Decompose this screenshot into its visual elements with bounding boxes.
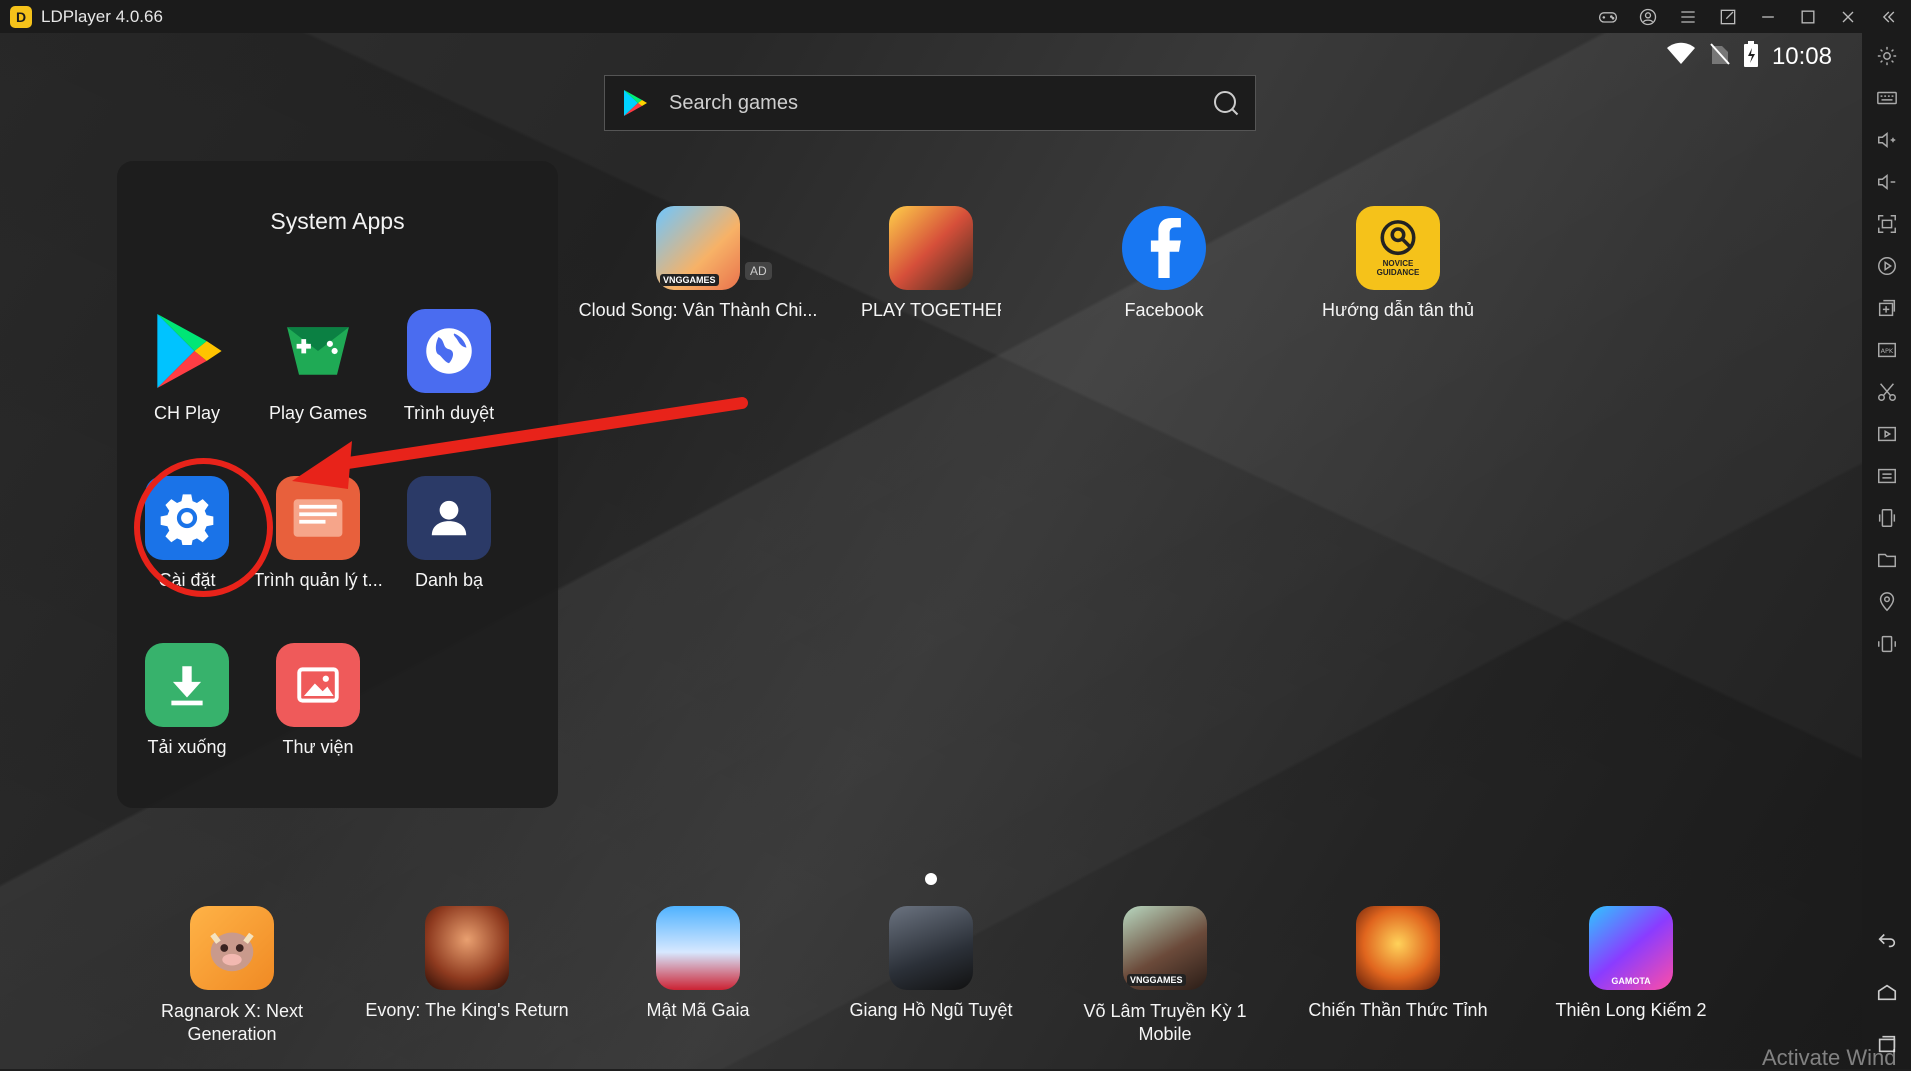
gallery-icon [276, 643, 360, 727]
app-gallery[interactable]: Thư viện [248, 643, 388, 758]
status-bar: 10:08 [1666, 41, 1832, 72]
battery-icon [1743, 41, 1758, 72]
app-label: Trình quản lý t... [253, 570, 383, 590]
app-label: Danh bạ [414, 570, 484, 590]
app-evony[interactable]: Evony: The King's Return [352, 906, 582, 1021]
cloud-song-icon: VNGGAMES [656, 206, 740, 290]
app-label: Mật Mã Gaia [646, 1000, 750, 1020]
collapse-sidebar-icon[interactable] [1875, 4, 1901, 30]
vo-lam-icon: VNGGAMES [1123, 906, 1207, 990]
browser-icon [407, 309, 491, 393]
menu-icon[interactable] [1675, 4, 1701, 30]
back-icon[interactable] [1874, 927, 1900, 953]
play-store-icon [145, 309, 229, 393]
app-novice-guidance[interactable]: NOVICE GUIDANCE Hướng dẫn tân thủ [1298, 206, 1498, 321]
volume-up-icon[interactable] [1874, 127, 1900, 153]
facebook-icon [1122, 206, 1206, 290]
app-label: Thiên Long Kiếm 2 [1555, 1000, 1707, 1020]
app-label: Võ Lâm Truyền Kỳ 1 Mobile [1083, 1001, 1247, 1044]
keyboard-icon[interactable] [1874, 85, 1900, 111]
close-icon[interactable] [1835, 4, 1861, 30]
android-home-screen: 10:08 System Apps CH Play Play Games [0, 33, 1862, 1069]
app-downloads[interactable]: Tải xuống [117, 643, 257, 758]
play-together-icon [889, 206, 973, 290]
app-play-together[interactable]: PLAY TOGETHER [861, 206, 1001, 321]
record-video-icon[interactable] [1874, 421, 1900, 447]
giang-ho-icon [889, 906, 973, 990]
annotation-arrow [292, 397, 748, 489]
volume-down-icon[interactable] [1874, 169, 1900, 195]
app-contacts[interactable]: Danh bạ [379, 476, 519, 591]
app-chien-than[interactable]: Chiến Thần Thức Tỉnh [1293, 906, 1503, 1021]
annotation-circle [134, 458, 273, 597]
app-ch-play[interactable]: CH Play [117, 309, 257, 424]
location-icon[interactable] [1874, 589, 1900, 615]
no-sim-icon [1710, 42, 1730, 71]
app-vo-lam[interactable]: VNGGAMES Võ Lâm Truyền Kỳ 1 Mobile [1070, 906, 1260, 1046]
minimize-icon[interactable] [1755, 4, 1781, 30]
app-label: Tải xuống [147, 737, 227, 757]
apk-install-icon[interactable]: APK [1874, 337, 1900, 363]
search-bar[interactable] [604, 75, 1256, 131]
app-cloud-song[interactable]: VNGGAMES AD Cloud Song: Vân Thành Chi... [570, 206, 826, 321]
folder-icon[interactable] [1874, 547, 1900, 573]
app-label: CH Play [153, 403, 220, 423]
ragnarok-icon [190, 906, 274, 990]
app-label: Evony: The King's Return [365, 1000, 569, 1020]
novice-guidance-icon: NOVICE GUIDANCE [1356, 206, 1440, 290]
screenshot-scissors-icon[interactable] [1874, 379, 1900, 405]
app-thien-long[interactable]: GAMOTA Thiên Long Kiếm 2 [1526, 906, 1736, 1021]
right-toolbar: APK [1862, 33, 1911, 1069]
ldplayer-logo-icon: D [10, 5, 32, 28]
home-icon[interactable] [1874, 979, 1900, 1005]
multi-instance-icon[interactable] [1874, 295, 1900, 321]
app-label: Cloud Song: Vân Thành Chi... [578, 300, 818, 320]
fullscreen-icon[interactable] [1874, 211, 1900, 237]
thien-long-icon: GAMOTA [1589, 906, 1673, 990]
evony-icon [425, 906, 509, 990]
sync-icon[interactable] [1874, 463, 1900, 489]
app-facebook[interactable]: Facebook [1094, 206, 1234, 321]
app-label: Hướng dẫn tân thủ [1322, 300, 1474, 320]
app-label: Ragnarok X: Next Generation [160, 1001, 304, 1044]
popout-icon[interactable] [1715, 4, 1741, 30]
vnggames-logo: VNGGAMES [1127, 974, 1186, 986]
wifi-icon [1666, 42, 1696, 71]
novice-guidance-text: NOVICE GUIDANCE [1376, 259, 1420, 277]
app-giang-ho[interactable]: Giang Hồ Ngũ Tuyệt [836, 906, 1026, 1021]
app-label: Giang Hồ Ngũ Tuyệt [849, 1000, 1013, 1020]
clock: 10:08 [1771, 42, 1832, 70]
search-icon[interactable] [1211, 88, 1241, 118]
gamota-logo: GAMOTA [1611, 976, 1651, 986]
app-label: Facebook [1124, 300, 1204, 320]
app-mat-ma-gaia[interactable]: Mật Mã Gaia [628, 906, 768, 1021]
gaia-icon [656, 906, 740, 990]
app-label: Thư viện [282, 737, 354, 757]
folder-title: System Apps [270, 208, 405, 234]
app-label: Chiến Thần Thức Tỉnh [1308, 1000, 1488, 1020]
shake-icon[interactable] [1874, 505, 1900, 531]
account-icon[interactable] [1635, 4, 1661, 30]
app-label: PLAY TOGETHER [861, 300, 1001, 320]
chien-than-icon [1356, 906, 1440, 990]
ad-badge: AD [745, 262, 772, 280]
title-bar: D LDPlayer 4.0.66 [0, 0, 1911, 33]
page-indicator [925, 873, 937, 885]
gamepad-icon[interactable] [1595, 4, 1621, 30]
settings-icon[interactable] [1874, 43, 1900, 69]
download-icon [145, 643, 229, 727]
svg-text:APK: APK [1881, 347, 1894, 355]
maximize-icon[interactable] [1795, 4, 1821, 30]
activate-windows-watermark: Activate Wind [1762, 1045, 1897, 1070]
rotate-icon[interactable] [1874, 631, 1900, 657]
search-input[interactable] [667, 90, 1211, 116]
play-store-icon [619, 87, 651, 119]
app-ragnarok[interactable]: Ragnarok X: Next Generation [136, 906, 328, 1046]
macro-icon[interactable] [1874, 253, 1900, 279]
play-games-icon [276, 309, 360, 393]
window-title: LDPlayer 4.0.66 [41, 6, 163, 26]
vnggames-logo: VNGGAMES [660, 274, 719, 286]
